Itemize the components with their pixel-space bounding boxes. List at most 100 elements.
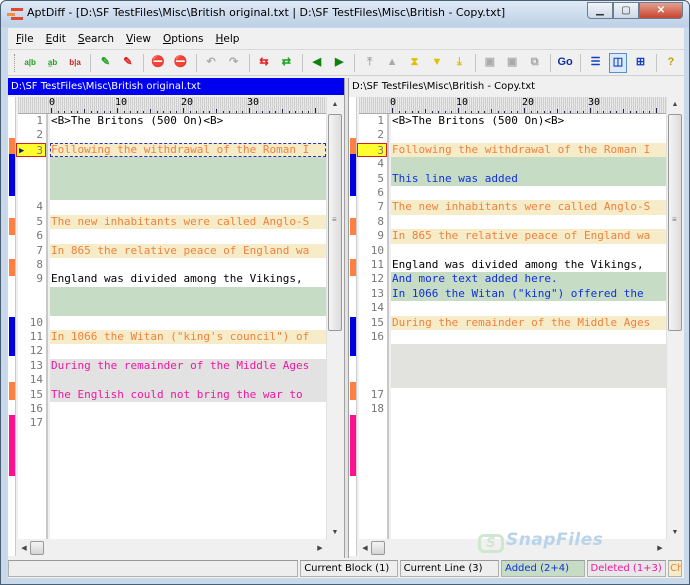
- text-line[interactable]: [50, 301, 326, 316]
- text-line[interactable]: In 1066 the Witan ("king's council") of: [50, 330, 326, 345]
- text-line[interactable]: [50, 128, 326, 142]
- text-line[interactable]: [50, 286, 326, 302]
- merge-view-icon: ⊞: [635, 56, 646, 68]
- menu-options[interactable]: Options: [163, 33, 204, 45]
- text-line[interactable]: [391, 215, 666, 229]
- prev-file-button[interactable]: ◀: [308, 53, 326, 73]
- undo-button[interactable]: ↶: [202, 53, 220, 73]
- text-line[interactable]: And more text added here.: [391, 272, 666, 287]
- text-line[interactable]: [50, 344, 326, 358]
- text-line[interactable]: In 865 the relative peace of England wa: [391, 229, 666, 244]
- text-line[interactable]: [50, 186, 326, 201]
- horizontal-scrollbar[interactable]: ◀ ▶: [18, 540, 326, 557]
- text-line[interactable]: [50, 402, 326, 416]
- text-line[interactable]: [50, 171, 326, 186]
- overview-mark-add[interactable]: [9, 154, 15, 196]
- horizontal-layout-button[interactable]: ☰: [586, 53, 604, 73]
- scroll-up-arrow[interactable]: ▲: [327, 97, 343, 112]
- first-diff-button[interactable]: ⤒: [360, 53, 378, 73]
- scroll-left-arrow[interactable]: ◀: [359, 540, 371, 557]
- text-line[interactable]: [391, 330, 666, 344]
- vertical-scroll-thumb[interactable]: ≡: [668, 114, 682, 331]
- text-line[interactable]: [391, 344, 666, 359]
- text-line[interactable]: [50, 200, 326, 214]
- save-right-button[interactable]: ▣: [503, 53, 521, 73]
- overview-mark-del[interactable]: [350, 415, 356, 476]
- ruler-tick: [295, 111, 297, 113]
- copy-to-right-button[interactable]: ⇄: [277, 53, 295, 73]
- swap-files-button[interactable]: b|a: [66, 53, 84, 73]
- text-line[interactable]: [391, 388, 666, 402]
- text-line[interactable]: Following the withdrawal of the Roman I: [391, 142, 666, 158]
- close-button[interactable]: ✕: [639, 2, 683, 19]
- text-line[interactable]: The English could not bring the war to: [50, 387, 326, 402]
- next-file-button[interactable]: ▶: [330, 53, 348, 73]
- scroll-up-arrow[interactable]: ▲: [667, 97, 683, 112]
- text-line[interactable]: The new inhabitants were called Anglo-S: [50, 214, 326, 230]
- text-line[interactable]: [391, 402, 666, 416]
- vertical-scrollbar[interactable]: ▲ ≡ ▼: [666, 97, 683, 540]
- scroll-left-arrow[interactable]: ◀: [18, 540, 30, 557]
- prev-diff-button[interactable]: ▲: [383, 53, 401, 73]
- vertical-layout-button[interactable]: ◫: [608, 52, 628, 73]
- text-line[interactable]: In 865 the relative peace of England wa: [50, 243, 326, 258]
- text-line[interactable]: [50, 157, 326, 172]
- text-line[interactable]: [391, 186, 666, 200]
- recompare-button[interactable]: a̰b: [43, 53, 61, 73]
- next-diff-button[interactable]: ▼: [428, 53, 446, 73]
- scroll-right-arrow[interactable]: ▶: [654, 540, 666, 557]
- redo-button[interactable]: ↷: [224, 53, 242, 73]
- current-diff-button[interactable]: ⧗: [405, 53, 423, 73]
- scroll-down-arrow[interactable]: ▼: [667, 525, 683, 540]
- ignore-right-button[interactable]: ⛔: [172, 53, 190, 73]
- text-line[interactable]: The new inhabitants were called Anglo-S: [391, 200, 666, 215]
- last-diff-button[interactable]: ⤓: [450, 53, 468, 73]
- text-line[interactable]: [391, 373, 666, 388]
- scroll-down-arrow[interactable]: ▼: [327, 525, 343, 540]
- text-line[interactable]: [50, 229, 326, 243]
- save-all-button[interactable]: ⧉: [525, 53, 543, 73]
- text-line[interactable]: [50, 373, 326, 388]
- text-line[interactable]: [391, 301, 666, 315]
- horizontal-scroll-thumb[interactable]: [30, 541, 44, 555]
- merge-view-button[interactable]: ⊞: [631, 53, 649, 73]
- text-line[interactable]: [391, 157, 666, 172]
- horizontal-scroll-thumb[interactable]: [371, 541, 385, 555]
- minimize-button[interactable]: ▁: [587, 2, 613, 19]
- text-line[interactable]: [391, 128, 666, 142]
- scroll-right-arrow[interactable]: ▶: [314, 540, 326, 557]
- maximize-button[interactable]: ▢: [613, 2, 639, 19]
- text-line[interactable]: <B>The Britons (500 On)<B>: [391, 114, 666, 128]
- text-line[interactable]: [50, 416, 326, 430]
- edit-right-button[interactable]: ✎: [119, 53, 137, 73]
- text-line[interactable]: [391, 244, 666, 258]
- edit-left-button[interactable]: ✎: [96, 53, 114, 73]
- copy-to-left-button[interactable]: ⇆: [255, 53, 273, 73]
- text-line[interactable]: [50, 316, 326, 330]
- text-line[interactable]: During the remainder of the Middle Ages: [50, 358, 326, 374]
- vertical-scrollbar[interactable]: ▲ ≡ ▼: [326, 97, 343, 540]
- menu-edit[interactable]: Edit: [46, 33, 66, 45]
- toolbar-grip[interactable]: [14, 53, 17, 72]
- go-to-line-button[interactable]: Go: [556, 53, 574, 73]
- text-line[interactable]: This line was added: [391, 171, 666, 186]
- text-line[interactable]: <B>The Britons (500 On)<B>: [50, 114, 326, 128]
- text-line[interactable]: Following the withdrawal of the Roman I: [50, 142, 326, 158]
- save-left-button[interactable]: ▣: [481, 53, 499, 73]
- menu-file[interactable]: File: [16, 33, 34, 45]
- text-line[interactable]: During the remainder of the Middle Ages: [391, 315, 666, 330]
- text-line[interactable]: England was divided among the Vikings,: [50, 272, 326, 286]
- help-button[interactable]: ?: [662, 53, 680, 73]
- compare-button[interactable]: a|b: [21, 53, 39, 73]
- menu-help[interactable]: Help: [215, 33, 239, 45]
- menu-view[interactable]: View: [126, 33, 151, 45]
- text-line[interactable]: England was divided among the Vikings,: [391, 258, 666, 272]
- text-content[interactable]: <B>The Britons (500 On)<B> Following the …: [50, 114, 326, 539]
- text-line[interactable]: [50, 258, 326, 272]
- menu-search[interactable]: Search: [78, 33, 114, 45]
- vertical-scroll-thumb[interactable]: ≡: [328, 114, 342, 331]
- text-content[interactable]: <B>The Britons (500 On)<B> Following the …: [391, 114, 666, 539]
- text-line[interactable]: In 1066 the Witan ("king") offered the: [391, 286, 666, 302]
- text-line[interactable]: [391, 358, 666, 374]
- ignore-left-button[interactable]: ⛔: [149, 53, 167, 73]
